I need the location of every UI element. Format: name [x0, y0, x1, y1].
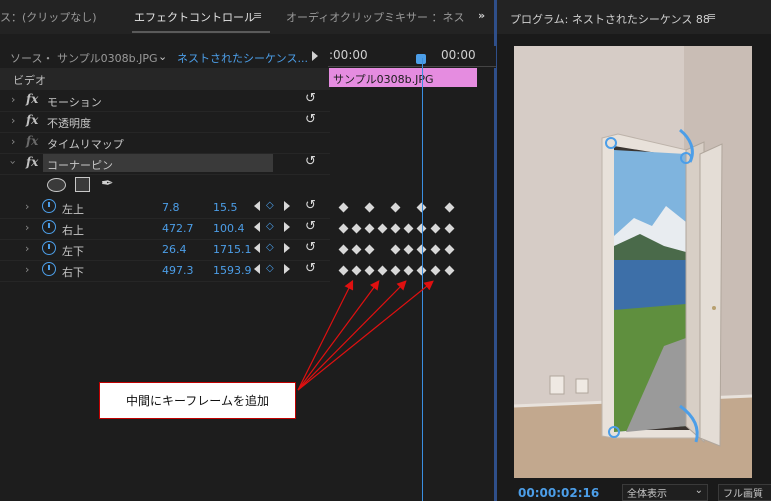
arrow-4	[297, 280, 434, 391]
annotation-arrows	[297, 279, 434, 391]
preview-image	[514, 46, 752, 478]
arrow-1	[297, 279, 354, 391]
program-monitor-title[interactable]: プログラム: ネストされたシーケンス 88	[510, 11, 710, 27]
quality-dropdown[interactable]: フル画質	[718, 484, 771, 501]
chevron-down-icon: ⌄	[694, 485, 703, 496]
zoom-dropdown-label: 全体表示	[627, 489, 667, 500]
zoom-dropdown[interactable]: 全体表示 ⌄	[622, 484, 708, 501]
arrow-3	[297, 280, 407, 391]
quality-dropdown-label: フル画質	[723, 489, 763, 500]
program-menu-icon[interactable]: ≡	[707, 10, 716, 23]
arrow-2	[297, 280, 380, 391]
program-timecode[interactable]: 00:00:02:16	[518, 486, 599, 500]
annotation-callout: 中間にキーフレームを追加	[99, 382, 296, 419]
annotation-text: 中間にキーフレームを追加	[126, 394, 269, 408]
program-preview-frame[interactable]	[514, 46, 752, 478]
